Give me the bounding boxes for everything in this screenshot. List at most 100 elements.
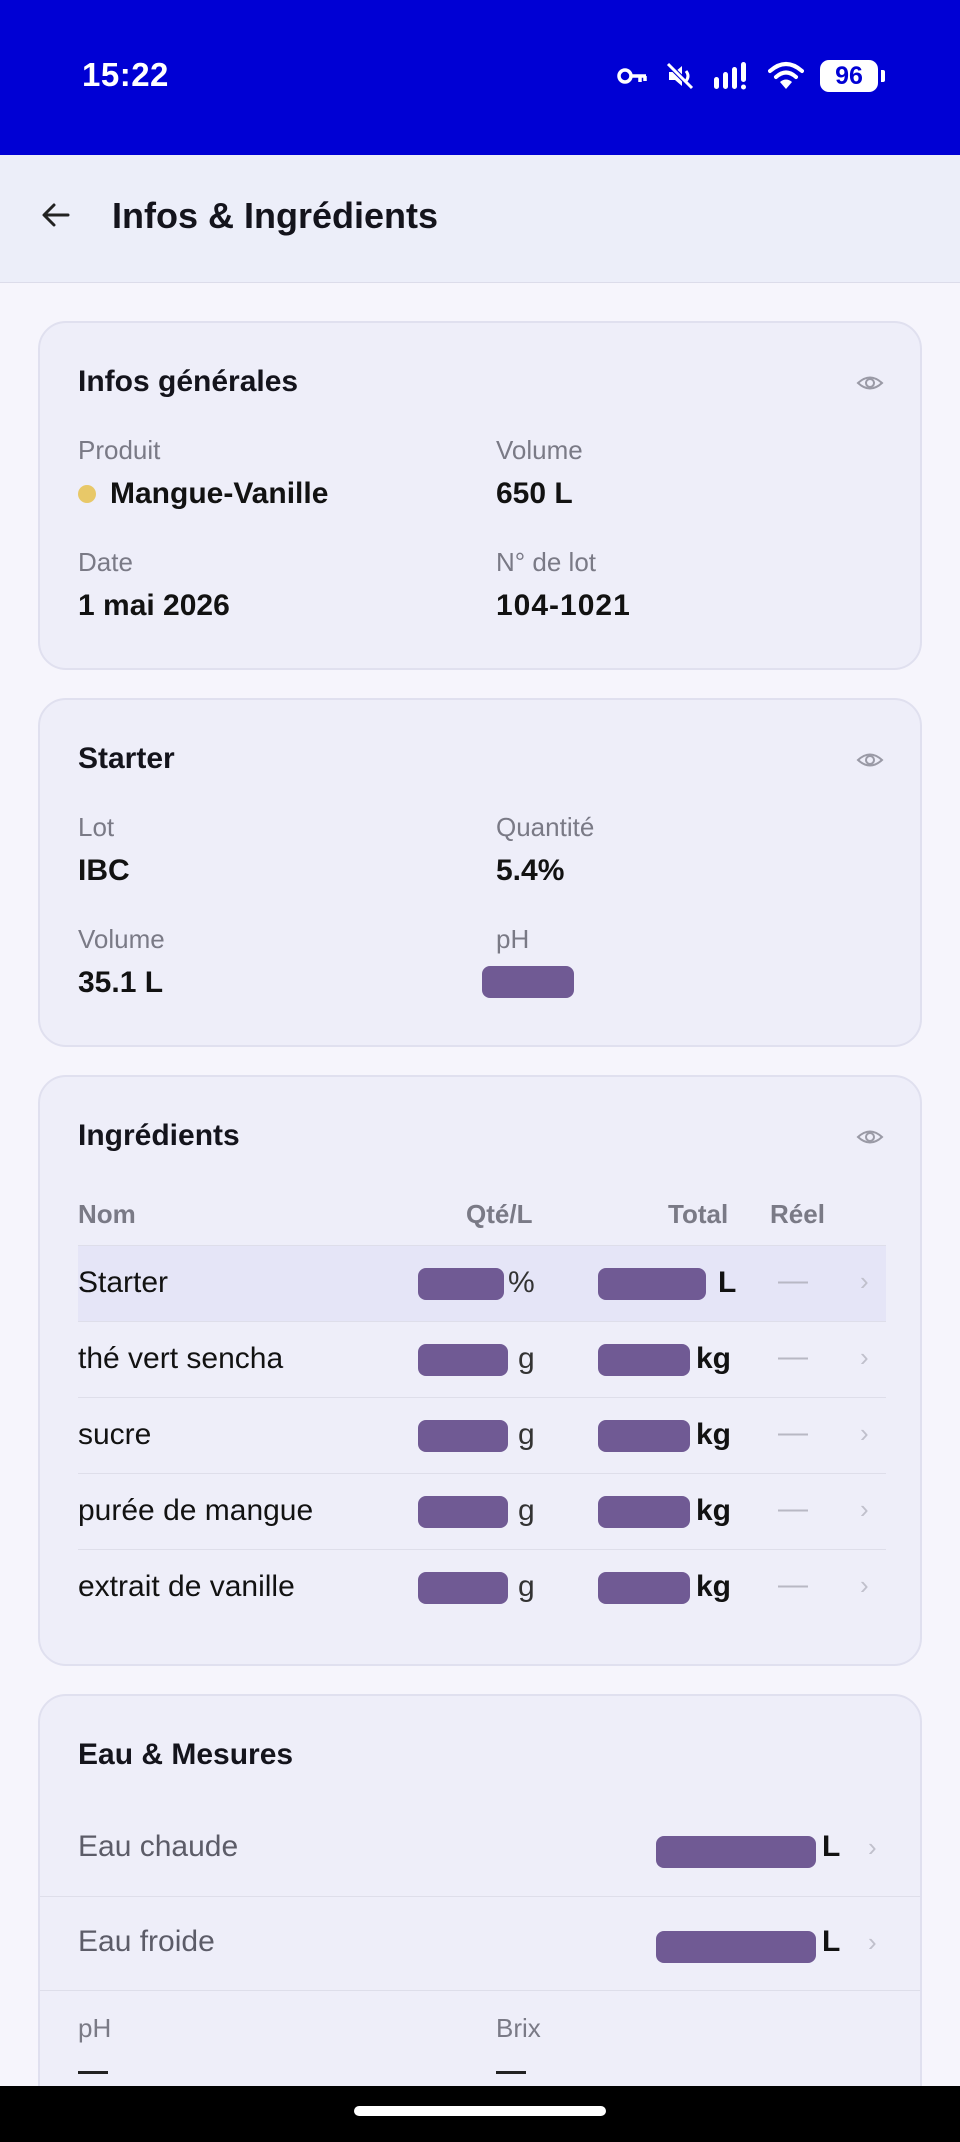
navigation-bar bbox=[0, 2086, 960, 2142]
water-measures-title: Eau & Mesures bbox=[78, 1738, 294, 1771]
chevron-right-icon: › bbox=[868, 1832, 877, 1862]
cold-water-row[interactable]: Eau froide L › bbox=[40, 1896, 920, 1990]
page-title: Infos & Ingrédients bbox=[112, 195, 439, 236]
key-icon bbox=[617, 68, 647, 84]
ingredients-title: Ingrédients bbox=[78, 1119, 240, 1152]
ingredient-qty-unit: g bbox=[518, 1342, 535, 1375]
starter-ph-redacted bbox=[482, 966, 574, 998]
general-info-card: Infos générales Produit Mangue-Vanille V… bbox=[38, 321, 922, 670]
battery-icon: 96 bbox=[820, 60, 885, 92]
ingredient-total-unit: kg bbox=[696, 1494, 732, 1527]
status-bar: 15:22 96 bbox=[0, 0, 960, 155]
ingredient-name: thé vert sencha bbox=[78, 1342, 284, 1375]
brix-dash bbox=[496, 2071, 526, 2074]
ingredient-total-redacted bbox=[598, 1420, 690, 1452]
hot-water-row[interactable]: Eau chaude L › bbox=[40, 1802, 920, 1896]
column-header-name: Nom bbox=[78, 1199, 136, 1229]
ingredient-name: sucre bbox=[78, 1418, 152, 1451]
ingredient-total-unit: L bbox=[718, 1266, 737, 1299]
ingredient-real: — bbox=[778, 1568, 808, 1601]
ingredient-real: — bbox=[778, 1264, 808, 1297]
chevron-right-icon: › bbox=[860, 1418, 869, 1448]
ph-label: pH bbox=[78, 2013, 112, 2043]
ingredient-qty-unit: g bbox=[518, 1570, 535, 1603]
starter-card: Starter Lot IBC Quantité 5.4% Volume 35.… bbox=[38, 698, 922, 1047]
column-header-qty: Qté/L bbox=[466, 1199, 533, 1229]
ingredient-qty-unit: g bbox=[518, 1494, 535, 1527]
volume-value: 650 L bbox=[496, 477, 573, 510]
brix-label: Brix bbox=[496, 2013, 541, 2043]
chevron-right-icon: › bbox=[860, 1570, 869, 1600]
product-color-dot bbox=[78, 485, 96, 503]
chevron-right-icon: › bbox=[860, 1266, 869, 1296]
ingredient-row[interactable]: Starter % L — › bbox=[78, 1245, 886, 1321]
ingredient-total-unit: kg bbox=[696, 1342, 732, 1375]
ingredient-real: — bbox=[778, 1340, 808, 1373]
ingredient-qty-redacted bbox=[418, 1344, 508, 1376]
ph-dash bbox=[78, 2071, 108, 2074]
ingredient-name: Starter bbox=[78, 1266, 169, 1299]
ingredient-qty-unit: g bbox=[518, 1418, 535, 1451]
starter-qty-label: Quantité bbox=[496, 812, 595, 842]
starter-lot-value: IBC bbox=[78, 854, 130, 887]
ingredient-qty-redacted bbox=[418, 1496, 508, 1528]
ingredient-name: purée de mangue bbox=[78, 1494, 314, 1527]
product-value: Mangue-Vanille bbox=[78, 477, 328, 511]
ingredient-name: extrait de vanille bbox=[78, 1570, 295, 1603]
starter-lot-label: Lot bbox=[78, 812, 115, 842]
starter-volume-value: 35.1 L bbox=[78, 966, 164, 999]
starter-ph-label: pH bbox=[496, 924, 530, 954]
starter-volume-label: Volume bbox=[78, 924, 165, 954]
ingredient-total-redacted bbox=[598, 1572, 690, 1604]
chevron-right-icon: › bbox=[860, 1494, 869, 1524]
product-name: Mangue-Vanille bbox=[110, 477, 329, 510]
date-label: Date bbox=[78, 547, 133, 577]
app-bar: Infos & Ingrédients bbox=[0, 155, 960, 283]
product-label: Produit bbox=[78, 435, 161, 465]
ingredient-row[interactable]: purée de mangue g kg — › bbox=[78, 1473, 886, 1549]
ingredient-total-unit: kg bbox=[696, 1418, 732, 1451]
eye-icon[interactable] bbox=[856, 369, 884, 397]
eye-icon[interactable] bbox=[856, 746, 884, 774]
starter-title: Starter bbox=[78, 742, 175, 775]
signal-icon bbox=[714, 62, 746, 90]
wifi-icon bbox=[768, 62, 804, 89]
eye-icon[interactable] bbox=[856, 1123, 884, 1151]
hot-water-unit: L bbox=[822, 1830, 841, 1863]
hot-water-redacted bbox=[656, 1836, 816, 1868]
column-header-total: Total bbox=[668, 1199, 729, 1229]
ingredient-real: — bbox=[778, 1492, 808, 1525]
status-time: 15:22 bbox=[82, 56, 169, 93]
ingredient-qty-unit: % bbox=[508, 1266, 535, 1299]
cold-water-unit: L bbox=[822, 1925, 841, 1958]
date-value: 1 mai 2026 bbox=[78, 589, 230, 622]
arrow-left-icon bbox=[42, 203, 70, 227]
starter-qty-value: 5.4% bbox=[496, 854, 565, 887]
mute-icon bbox=[666, 62, 694, 90]
ingredient-real: — bbox=[778, 1416, 808, 1449]
ingredient-qty-redacted bbox=[418, 1572, 508, 1604]
ingredients-card: Ingrédients Nom Qté/L Total Réel Starter… bbox=[38, 1075, 922, 1666]
water-measures-card: Eau & Mesures Eau chaude L › Eau froide … bbox=[38, 1694, 922, 2114]
volume-label: Volume bbox=[496, 435, 583, 465]
chevron-right-icon: › bbox=[868, 1927, 877, 1957]
chevron-right-icon: › bbox=[860, 1342, 869, 1372]
cold-water-redacted bbox=[656, 1931, 816, 1963]
ingredient-total-redacted bbox=[598, 1344, 690, 1376]
ingredient-row[interactable]: sucre g kg — › bbox=[78, 1397, 886, 1473]
ingredient-total-redacted bbox=[598, 1496, 690, 1528]
status-icons: 96 bbox=[616, 56, 885, 96]
cold-water-label: Eau froide bbox=[78, 1925, 215, 1958]
back-button[interactable] bbox=[30, 189, 82, 241]
ingredient-total-unit: kg bbox=[696, 1570, 732, 1603]
lot-number-label: N° de lot bbox=[496, 547, 597, 577]
lot-number-value: 104-1021 bbox=[496, 589, 631, 622]
ingredient-row[interactable]: thé vert sencha g kg — › bbox=[78, 1321, 886, 1397]
general-info-title: Infos générales bbox=[78, 365, 299, 398]
ingredient-qty-redacted bbox=[418, 1420, 508, 1452]
ingredient-row[interactable]: extrait de vanille g kg — › bbox=[78, 1549, 886, 1625]
column-header-real: Réel bbox=[770, 1199, 825, 1229]
ingredient-qty-redacted bbox=[418, 1268, 504, 1300]
home-indicator[interactable] bbox=[354, 2106, 606, 2116]
hot-water-label: Eau chaude bbox=[78, 1830, 239, 1863]
